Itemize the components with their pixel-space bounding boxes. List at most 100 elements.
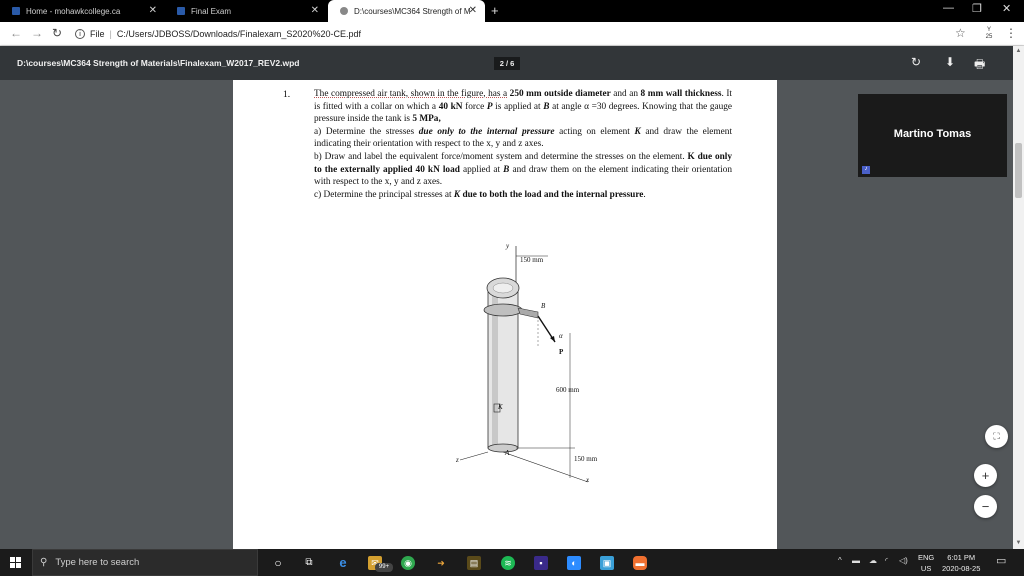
close-tab-icon[interactable]: ✕ (149, 5, 157, 16)
extension-icon[interactable]: Y 25 (983, 27, 995, 41)
tab-title: Final Exam (191, 6, 232, 16)
battery-icon[interactable]: ▬ (852, 556, 860, 565)
q-part-c-2: due to both the load and the internal pr… (462, 189, 644, 200)
clock[interactable]: 6:01 PM 2020-08-25 (942, 552, 980, 574)
q-part-a-3: acting on element (559, 126, 630, 137)
url-divider: | (109, 29, 112, 39)
q-part-a-2: due only to the internal pressure (418, 126, 555, 137)
label-k: K (498, 403, 503, 411)
pdf-title: D:\courses\MC364 Strength of Materials\F… (17, 58, 300, 68)
language-indicator[interactable]: ENG US (918, 552, 934, 574)
close-window-button[interactable]: ✕ (1002, 2, 1011, 15)
q-part-c-1: c) Determine the principal stresses at (314, 189, 452, 200)
close-tab-icon[interactable]: ✕ (469, 5, 477, 16)
url-path: C:/Users/JDBOSS/Downloads/Finalexam_S202… (116, 29, 361, 39)
action-center-icon[interactable]: ▭ (996, 554, 1006, 567)
label-x: x (586, 476, 590, 484)
collar (483, 303, 523, 317)
zoom-app-icon[interactable]: ◐ (567, 556, 581, 570)
tray-chevron-icon[interactable]: ^ (838, 556, 842, 565)
scroll-up-arrow[interactable]: ▲ (1013, 48, 1024, 54)
dim-150-top: 150 mm (520, 256, 544, 264)
q-b: B (543, 101, 550, 112)
close-tab-icon[interactable]: ✕ (311, 5, 319, 16)
pdf-toolbar: D:\courses\MC364 Strength of Materials\F… (0, 46, 1024, 80)
photos-icon[interactable]: ▣ (600, 556, 614, 570)
q-diameter: 250 mm outside diameter (509, 89, 611, 99)
download-icon[interactable]: ⬇ (945, 55, 955, 69)
url-input[interactable]: i File | C:/Users/JDBOSS/Downloads/Final… (75, 25, 965, 43)
mic-icon: ♪ (862, 166, 870, 174)
url-scheme: File (90, 29, 105, 39)
scrollbar-thumb[interactable] (1015, 143, 1022, 198)
zoom-out-button[interactable]: − (974, 495, 997, 518)
question-text: The compressed air tank, shown in the fi… (314, 89, 733, 200)
forward-arrow-icon[interactable]: → (31, 26, 43, 40)
spotify-icon[interactable]: ≋ (501, 556, 515, 570)
taskbar-search-input[interactable]: ⚲ Type here to search (32, 549, 258, 576)
q-part-c-3: . (643, 189, 646, 200)
wifi-icon[interactable]: ◜ (885, 556, 888, 565)
q-wall: 8 mm wall thickness (640, 89, 722, 99)
q-pressure: 5 MPa (412, 114, 439, 125)
print-icon[interactable]: 🖶 (974, 55, 985, 76)
scrollbar[interactable] (1013, 46, 1024, 549)
tab-pdf[interactable]: D:\courses\MC364 Strength of M ✕ (328, 0, 485, 22)
label-p: P (559, 348, 564, 356)
tank-bottom (487, 443, 519, 453)
cortana-icon[interactable]: ○ (271, 556, 285, 570)
bookmark-star-icon[interactable]: ☆ (955, 26, 966, 40)
rotate-icon[interactable]: ↻ (911, 55, 921, 69)
participant-name: Martino Tomas (893, 128, 972, 140)
q-k2: K (453, 189, 461, 200)
back-arrow-icon[interactable]: ← (10, 26, 22, 40)
q-and: and an (613, 89, 638, 99)
task-view-icon[interactable]: ⧉ (302, 556, 316, 570)
zoom-in-button[interactable]: + (974, 464, 997, 487)
volume-icon[interactable]: ◁) (899, 556, 908, 565)
q-part-a-1: a) Determine the stresses (314, 126, 415, 137)
q-k: K (634, 126, 641, 137)
q-part-b-1: b) Draw and label the equivalent force/m… (314, 151, 685, 162)
edge-icon[interactable]: e (336, 556, 350, 570)
q-b2: B (503, 164, 510, 175)
q-intro-4: is applied at (495, 101, 541, 112)
label-y: y (506, 242, 510, 250)
scroll-down-arrow[interactable]: ▼ (1013, 540, 1024, 546)
collar-arm (517, 307, 539, 319)
lang-top: ENG (918, 553, 935, 562)
dim-150-bottom: 150 mm (574, 455, 598, 463)
label-b: B (541, 302, 546, 310)
tab-final-exam[interactable]: Final Exam ✕ (165, 0, 327, 22)
info-icon[interactable]: i (75, 29, 85, 39)
label-z: z (456, 456, 459, 464)
mohawk-favicon-icon (177, 7, 185, 15)
label-alpha: α (559, 332, 563, 340)
fit-to-page-icon[interactable]: ⛶ (985, 425, 1008, 448)
q-p: P (486, 101, 493, 112)
page-indicator[interactable]: 2 / 6 (494, 57, 520, 70)
calculator-icon[interactable]: ▤ (467, 556, 481, 570)
tank-figure: y 150 mm B α P 600 mm K A 150 mm z x (440, 238, 620, 493)
windows-start-icon[interactable] (10, 557, 21, 568)
cloud-icon[interactable]: ☁ (869, 556, 877, 565)
maximize-button[interactable]: ❐ (972, 2, 982, 15)
q-force: 40 kN (438, 101, 463, 112)
dim-600: 600 mm (556, 386, 580, 394)
browser-menu-icon[interactable]: ⋮ (1005, 26, 1017, 40)
q-intro-3: force (465, 101, 485, 112)
participant-video-tile[interactable]: Martino Tomas (858, 94, 1007, 177)
reload-icon[interactable]: ↻ (52, 26, 62, 40)
minimize-button[interactable]: — (943, 2, 954, 14)
chat-icon[interactable]: ▬ (633, 556, 647, 570)
mohawk-favicon-icon (12, 7, 20, 15)
app-icon[interactable]: ▪ (534, 556, 548, 570)
search-placeholder: Type here to search (55, 557, 140, 568)
folder-icon[interactable]: ➜ (434, 556, 448, 570)
new-tab-button[interactable]: + (491, 3, 499, 18)
z-axis-line (459, 451, 489, 461)
globe-icon (340, 7, 348, 15)
tab-title: Home - mohawkcollege.ca (26, 6, 121, 16)
tab-home[interactable]: Home - mohawkcollege.ca ✕ (0, 0, 165, 22)
chrome-icon[interactable]: ◉ (401, 556, 415, 570)
